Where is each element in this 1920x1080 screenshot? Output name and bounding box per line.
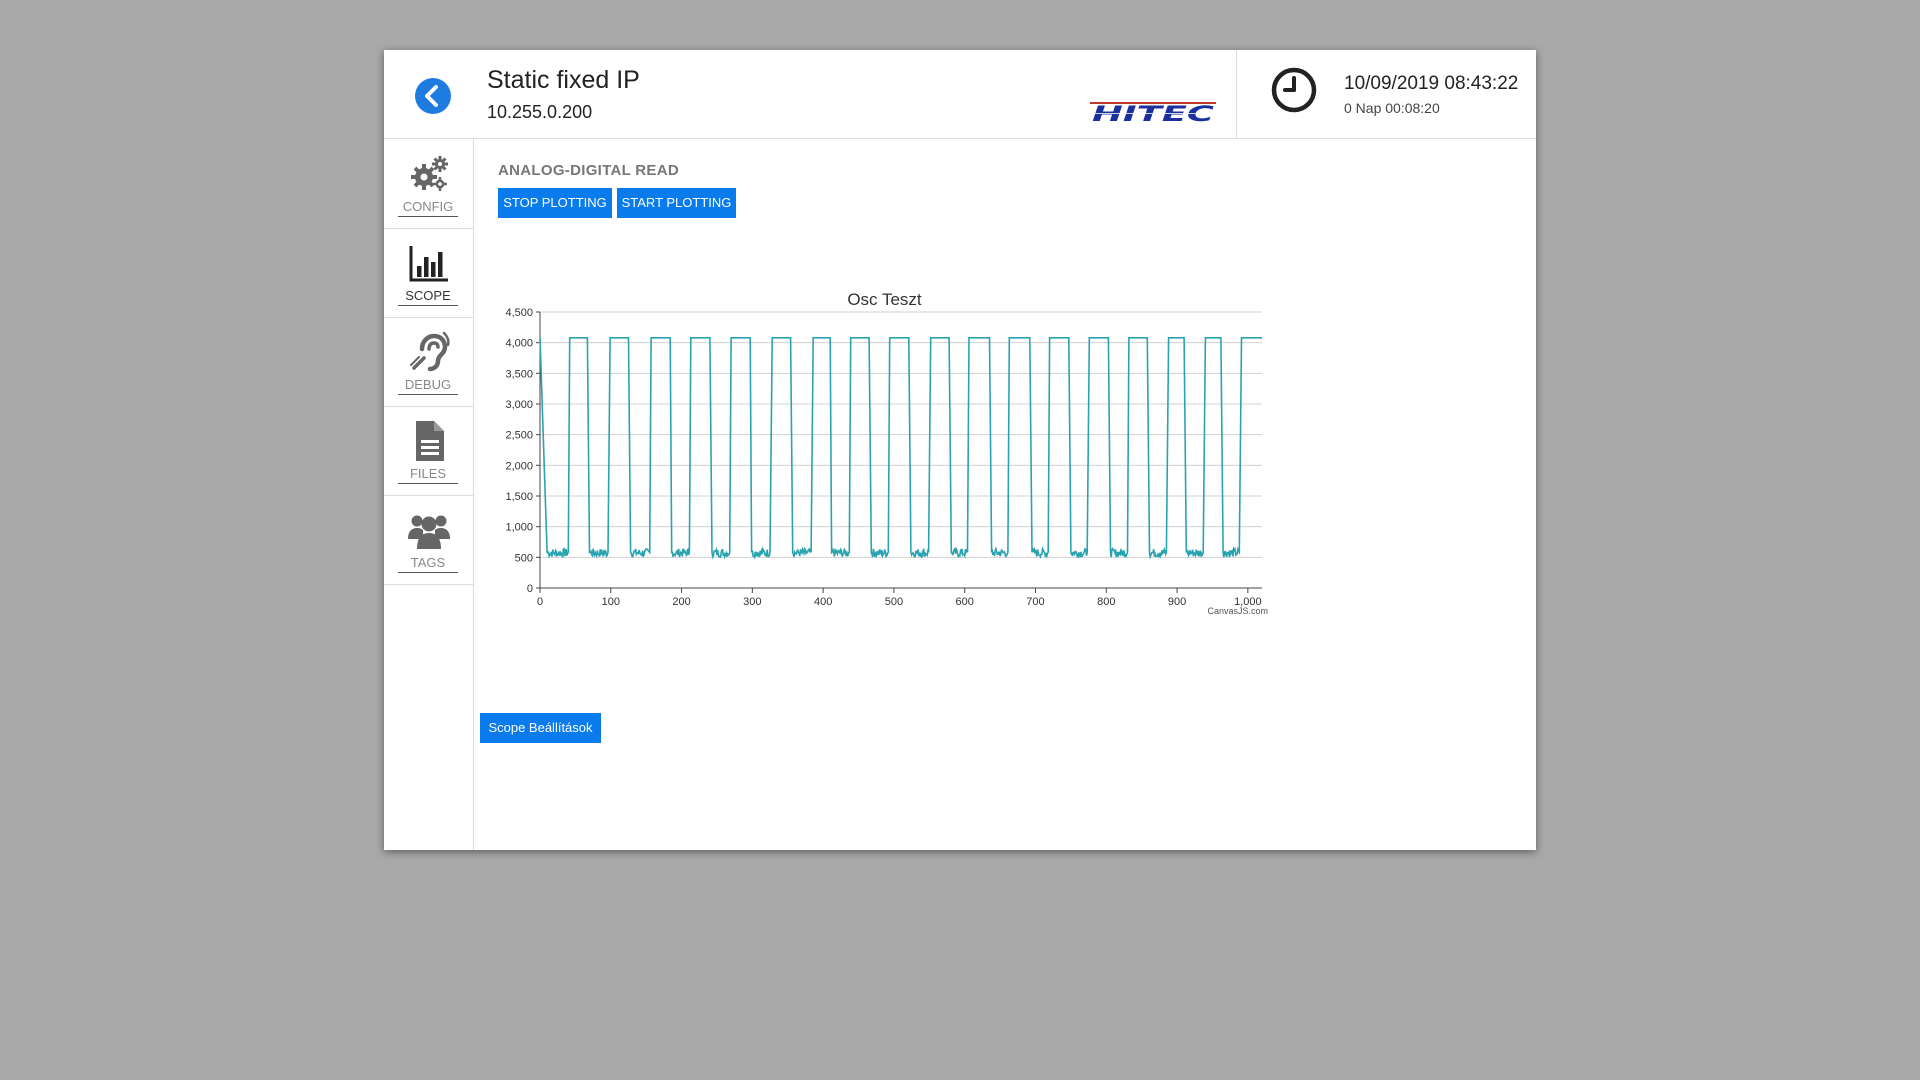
scope-settings-button[interactable]: Scope Beállítások: [480, 713, 601, 743]
assistive-listening-icon: [410, 331, 450, 372]
sidebar-item-label: FILES: [398, 466, 458, 484]
ip-address: 10.255.0.200: [487, 102, 593, 122]
sidebar-item-files[interactable]: FILES: [384, 406, 473, 496]
series-line: [539, 337, 1262, 560]
section-title: ANALOG-DIGITAL READ: [498, 162, 679, 179]
x-tick-label: 300: [743, 596, 761, 608]
y-tick-label: 2,500: [505, 430, 533, 442]
x-tick-label: 600: [956, 596, 974, 608]
uptime: 0 Nap 00:08:20: [1344, 100, 1440, 116]
y-tick-label: 1,500: [505, 491, 533, 503]
current-datetime: 10/09/2019 08:43:22: [1344, 73, 1519, 94]
x-tick-label: 400: [814, 596, 832, 608]
chevron-left-icon: [425, 85, 438, 107]
file-icon: [416, 421, 444, 461]
y-tick-label: 1,000: [505, 522, 533, 534]
x-tick-label: 100: [602, 596, 620, 608]
back-button[interactable]: [415, 78, 451, 114]
gears-icon: [411, 156, 448, 191]
main-panel: Static fixed IP 10.255.0.200 HITEC 10/09…: [384, 50, 1536, 850]
sidebar-item-label: DEBUG: [398, 377, 458, 395]
sidebar-item-label: CONFIG: [398, 199, 458, 217]
start-plotting-button[interactable]: START PLOTTING: [617, 188, 736, 218]
x-tick-label: 200: [672, 596, 690, 608]
sidebar-item-label: SCOPE: [398, 288, 458, 306]
y-tick-label: 2,000: [505, 460, 533, 472]
users-icon: [408, 515, 450, 549]
y-tick-label: 3,500: [505, 368, 533, 380]
y-tick-label: 500: [515, 552, 533, 564]
x-tick-label: 500: [885, 596, 903, 608]
header-divider: [1236, 50, 1237, 138]
x-tick-label: 700: [1026, 596, 1044, 608]
oscilloscope-chart: 0 500 1,000 1,500 2,000 2,500 3,000 3,500 4,000 4…: [505, 307, 1268, 616]
x-tick-label: 800: [1097, 596, 1115, 608]
sidebar-item-label: TAGS: [398, 555, 458, 573]
sidebar-item-scope[interactable]: SCOPE: [384, 228, 473, 318]
sidebar-item-tags[interactable]: TAGS: [384, 495, 473, 585]
x-tick-label: 900: [1168, 596, 1186, 608]
page-title: Static fixed IP: [487, 66, 640, 94]
sidebar-item-debug[interactable]: DEBUG: [384, 317, 473, 407]
header: Static fixed IP 10.255.0.200 HITEC 10/09…: [384, 50, 1536, 139]
bar-chart-icon: [409, 246, 448, 282]
y-tick-label: 3,000: [505, 399, 533, 411]
y-tick-label: 4,000: [505, 338, 533, 350]
sidebar: CONFIG SCOPE DEBUG FILES TAGS: [384, 139, 474, 850]
chart-credit: CanvasJS.com: [1207, 606, 1268, 616]
y-tick-label: 0: [527, 583, 533, 595]
hitec-logo: HITEC: [1090, 102, 1216, 124]
x-tick-label: 0: [537, 596, 543, 608]
sidebar-item-config[interactable]: CONFIG: [384, 139, 473, 229]
y-tick-label: 4,500: [505, 307, 533, 319]
stop-plotting-button[interactable]: STOP PLOTTING: [498, 188, 612, 218]
clock-icon: [1271, 67, 1317, 113]
